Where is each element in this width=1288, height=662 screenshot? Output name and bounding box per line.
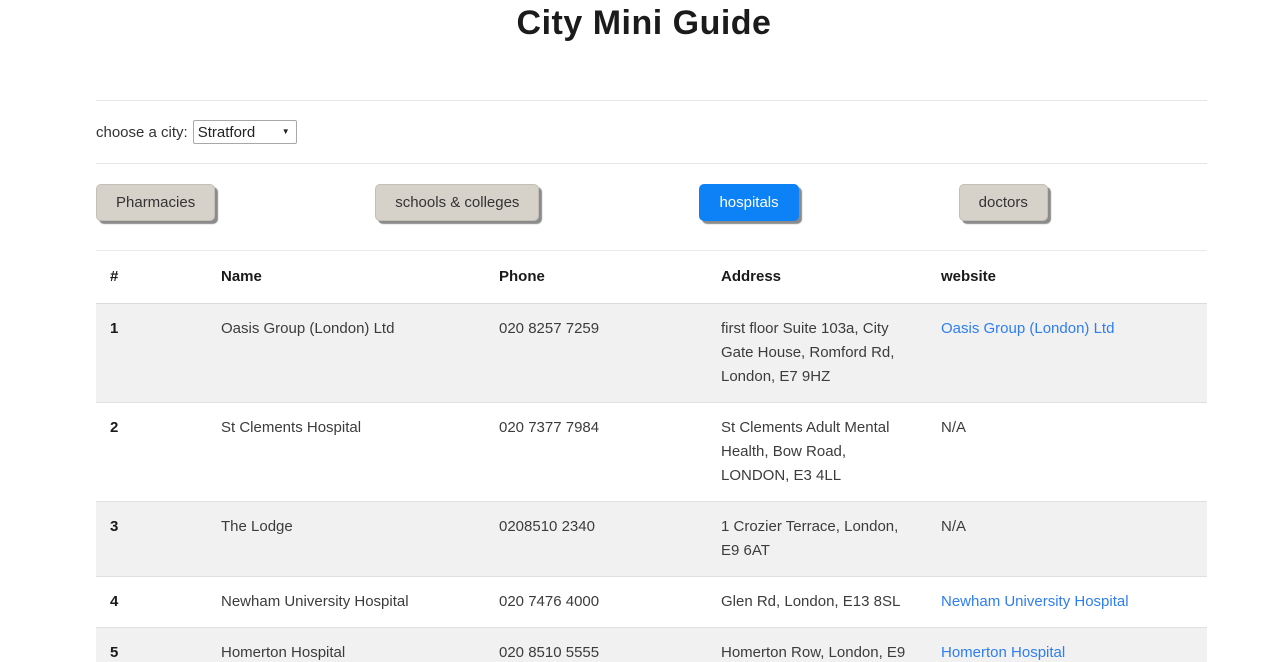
city-select-wrap: Stratford ▼ — [193, 120, 297, 144]
hospital-name: St Clements Hospital — [207, 403, 485, 502]
hospital-phone: 020 7377 7984 — [485, 403, 707, 502]
table-row: 4 Newham University Hospital 020 7476 40… — [96, 577, 1207, 628]
category-button-row: Pharmacies schools & colleges hospitals … — [96, 184, 1207, 221]
website-cell: Oasis Group (London) Ltd — [927, 304, 1207, 403]
doctors-button[interactable]: doctors — [959, 184, 1048, 221]
row-number: 5 — [96, 628, 207, 662]
hospital-phone: 0208510 2340 — [485, 502, 707, 577]
city-select-label: choose a city: — [96, 124, 188, 141]
table-header-row: # Name Phone Address website — [96, 251, 1207, 304]
table-row: 2 St Clements Hospital 020 7377 7984 St … — [96, 403, 1207, 502]
website-link[interactable]: Homerton Hospital — [941, 644, 1065, 661]
hospital-phone: 020 8510 5555 — [485, 628, 707, 662]
website-na: N/A — [941, 419, 966, 436]
website-cell: Homerton Hospital — [927, 628, 1207, 662]
schools-colleges-button[interactable]: schools & colleges — [375, 184, 539, 221]
hospital-address: Glen Rd, London, E13 8SL — [707, 577, 927, 628]
divider-middle — [96, 163, 1207, 164]
hospital-phone: 020 8257 7259 — [485, 304, 707, 403]
hospital-address: 1 Crozier Terrace, London, E9 6AT — [707, 502, 927, 577]
city-chooser-row: choose a city: Stratford ▼ — [96, 101, 1207, 163]
table-row: 1 Oasis Group (London) Ltd 020 8257 7259… — [96, 304, 1207, 403]
hospital-name: Oasis Group (London) Ltd — [207, 304, 485, 403]
hospital-phone: 020 7476 4000 — [485, 577, 707, 628]
table-row: 3 The Lodge 0208510 2340 1 Crozier Terra… — [96, 502, 1207, 577]
row-number: 4 — [96, 577, 207, 628]
header-address: Address — [707, 251, 927, 304]
hospital-name: Newham University Hospital — [207, 577, 485, 628]
hospitals-table: # Name Phone Address website 1 Oasis Gro… — [96, 250, 1207, 662]
hospital-name: The Lodge — [207, 502, 485, 577]
row-number: 2 — [96, 403, 207, 502]
header-number: # — [96, 251, 207, 304]
website-na: N/A — [941, 518, 966, 535]
website-cell: N/A — [927, 403, 1207, 502]
website-link[interactable]: Oasis Group (London) Ltd — [941, 320, 1114, 337]
hospital-address: Homerton Row, London, E9 6SR — [707, 628, 927, 662]
hospital-name: Homerton Hospital — [207, 628, 485, 662]
row-number: 3 — [96, 502, 207, 577]
hospital-address: St Clements Adult Mental Health, Bow Roa… — [707, 403, 927, 502]
page-title: City Mini Guide — [0, 0, 1288, 43]
hospitals-button[interactable]: hospitals — [699, 184, 798, 221]
row-number: 1 — [96, 304, 207, 403]
website-link[interactable]: Newham University Hospital — [941, 593, 1129, 610]
website-cell: Newham University Hospital — [927, 577, 1207, 628]
main-container: choose a city: Stratford ▼ Pharmacies sc… — [96, 100, 1207, 662]
header-name: Name — [207, 251, 485, 304]
header-phone: Phone — [485, 251, 707, 304]
hospital-address: first floor Suite 103a, City Gate House,… — [707, 304, 927, 403]
table-row: 5 Homerton Hospital 020 8510 5555 Homert… — [96, 628, 1207, 662]
header-website: website — [927, 251, 1207, 304]
pharmacies-button[interactable]: Pharmacies — [96, 184, 215, 221]
city-select[interactable]: Stratford — [193, 120, 297, 144]
website-cell: N/A — [927, 502, 1207, 577]
